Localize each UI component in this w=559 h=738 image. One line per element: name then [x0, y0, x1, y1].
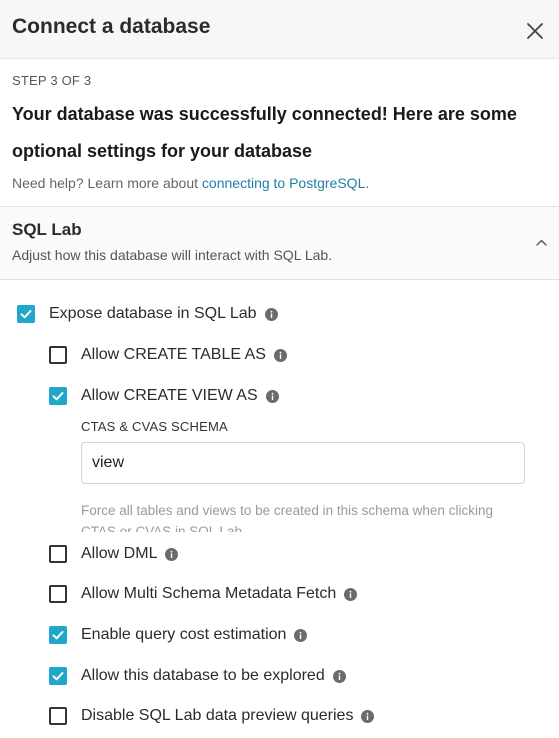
info-icon[interactable] — [332, 669, 346, 683]
option-disable-data-preview[interactable]: Disable SQL Lab data preview queries — [49, 705, 375, 727]
schema-field-help: Force all tables and views to be created… — [81, 503, 493, 532]
modal-header: Connect a database — [0, 0, 559, 59]
option-label: Disable SQL Lab data preview queries — [81, 707, 354, 724]
checkbox[interactable] — [49, 387, 67, 405]
checkbox[interactable] — [17, 305, 35, 323]
checkbox[interactable] — [49, 667, 67, 685]
panel-title: SQL Lab — [12, 220, 82, 239]
option-label: Allow Multi Schema Metadata Fetch — [81, 585, 337, 602]
option-label: Allow DML — [81, 545, 158, 562]
option-enable-cost-estimation[interactable]: Enable query cost estimation — [49, 624, 308, 646]
option-allow-dml[interactable]: Allow DML — [49, 543, 179, 565]
checkbox[interactable] — [49, 585, 67, 603]
option-label: Allow CREATE TABLE AS — [81, 346, 266, 363]
close-icon[interactable] — [523, 19, 547, 43]
option-label: Expose database in SQL Lab — [49, 305, 257, 322]
option-allow-explore[interactable]: Allow this database to be explored — [49, 665, 346, 687]
checkbox[interactable] — [49, 626, 67, 644]
info-icon[interactable] — [264, 307, 278, 321]
modal-title: Connect a database — [12, 15, 211, 38]
info-icon[interactable] — [265, 389, 279, 403]
chevron-up-icon[interactable] — [535, 236, 548, 249]
option-allow-create-table-as[interactable]: Allow CREATE TABLE AS — [49, 344, 287, 366]
schema-field-label: CTAS & CVAS SCHEMA — [81, 419, 228, 434]
panel-subtitle: Adjust how this database will interact w… — [12, 247, 333, 263]
step-label: STEP 3 OF 3 — [12, 73, 92, 88]
option-label: Allow CREATE VIEW AS — [81, 387, 258, 404]
checkbox[interactable] — [49, 346, 67, 364]
help-prefix: Need help? Learn more about — [12, 175, 202, 191]
option-label: Enable query cost estimation — [81, 626, 287, 643]
info-icon[interactable] — [165, 547, 179, 561]
info-icon[interactable] — [294, 628, 308, 642]
checkbox[interactable] — [49, 545, 67, 563]
info-icon[interactable] — [361, 709, 375, 723]
checkbox[interactable] — [49, 707, 67, 725]
schema-input[interactable] — [81, 442, 525, 484]
info-icon[interactable] — [344, 587, 358, 601]
option-allow-multi-schema-fetch[interactable]: Allow Multi Schema Metadata Fetch — [49, 583, 358, 605]
help-link[interactable]: connecting to PostgreSQL. — [202, 175, 369, 191]
option-expose-sql-lab[interactable]: Expose database in SQL Lab — [17, 303, 278, 325]
success-message: Your database was successfully connected… — [12, 104, 517, 161]
help-text: Need help? Learn more about connecting t… — [12, 175, 369, 191]
info-icon[interactable] — [273, 348, 287, 362]
option-allow-create-view-as[interactable]: Allow CREATE VIEW AS — [49, 385, 279, 407]
sql-lab-panel-header[interactable]: SQL Lab Adjust how this database will in… — [0, 206, 559, 280]
option-label: Allow this database to be explored — [81, 667, 325, 684]
